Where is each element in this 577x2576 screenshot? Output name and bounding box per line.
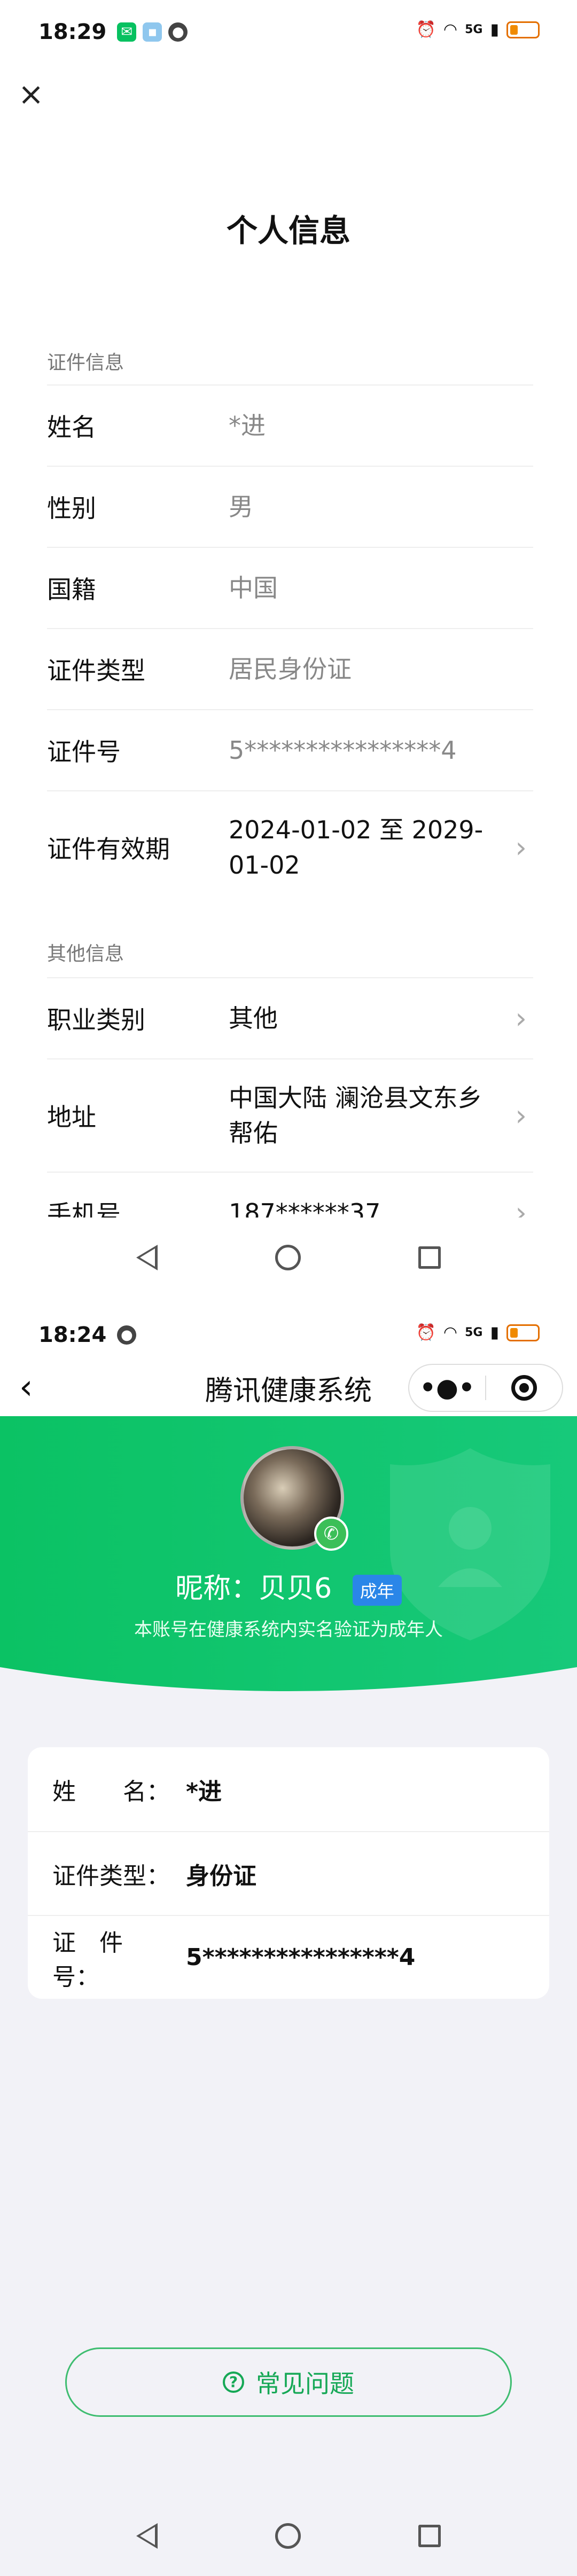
alarm-icon: ⏰ [416,20,436,39]
info-row-label: 姓名 [47,413,96,442]
chevron-right-icon: › [515,1098,527,1133]
id-info-list: 姓名 *进 性别 男 国籍 中国 证件类型 居民身份证 证件号 5*******… [47,384,533,904]
mini-program-title: 腾讯健康系统 [205,1375,372,1407]
app-notification-icon: ● [168,22,188,42]
system-nav-bar [0,2496,577,2576]
nav-home-icon[interactable] [275,2523,301,2549]
faq-button[interactable]: ? 常见问题 [65,2347,512,2417]
status-indicators: ⏰ ◠ 5G ▮ [416,20,540,39]
network-label: 5G [465,1326,483,1339]
close-mini-program-button[interactable] [486,1375,562,1401]
card-row-value: 身份证 [186,1862,256,1890]
nickname-line: 昵称：贝贝6 成年 [0,1566,577,1606]
card-row-id-type: 证件类型： 身份证 [28,1831,549,1915]
question-icon: ? [223,2371,244,2393]
card-row-name: 姓 名： *进 [28,1747,549,1831]
info-row-label: 职业类别 [47,1006,145,1034]
info-row-label: 证件有效期 [47,835,170,863]
nav-recent-icon[interactable] [418,2525,441,2547]
status-bar: 18:29 ✉ ▪ ● ⏰ ◠ 5G ▮ [0,0,577,64]
info-row-value: 男 [229,492,253,521]
app-notification-icon: ▪ [143,22,162,42]
info-row-value: *进 [229,411,266,440]
nav-back-icon[interactable] [136,1245,158,1270]
wifi-icon: ◠ [443,20,458,39]
card-row-label: 姓 名： [52,1778,170,1805]
battery-icon [506,1324,540,1341]
info-row-value: 5****************4 [229,736,457,765]
card-row-id-number: 证 件 号： 5****************4 [28,1915,549,1999]
verification-note: 本账号在健康系统内实名验证为成年人 [134,1619,443,1640]
wechat-badge-icon: ✆ [314,1517,348,1551]
info-row-id-type: 证件类型 居民身份证 [47,628,533,709]
health-system-screen: 18:24 ● ⏰ ◠ 5G ▮ ‹ 腾讯健康系统 •●• ✆ 昵称：贝贝6 成… [0,1303,577,2576]
more-options-icon[interactable]: •●• [409,1375,485,1401]
nav-recent-icon[interactable] [418,1246,441,1269]
mini-program-titlebar: ‹ 腾讯健康系统 •●• [0,1355,577,1420]
personal-info-screen: 18:29 ✉ ▪ ● ⏰ ◠ 5G ▮ × 个人信息 证件信息 姓名 *进 性… [0,0,577,1303]
status-time: 18:29 [38,20,107,44]
signal-icon: ▮ [490,1323,499,1342]
info-row-value: 居民身份证 [229,655,352,684]
identity-card: 姓 名： *进 证件类型： 身份证 证 件 号： 5**************… [28,1747,549,1999]
section-label-other: 其他信息 [47,943,124,965]
info-row-value: 2024-01-02 至 2029-01-02 [229,815,484,879]
battery-icon [506,21,540,38]
page-title: 个人信息 [226,213,350,249]
info-row-address[interactable]: 地址 中国大陆 澜沧县文东乡帮佑 › [47,1058,533,1172]
wechat-notification-icon: ✉ [117,22,137,42]
nickname: 昵称：贝贝6 [175,1573,332,1605]
signal-icon: ▮ [490,20,499,39]
info-row-validity[interactable]: 证件有效期 2024-01-02 至 2029-01-02 › [47,790,533,904]
info-row-gender: 性别 男 [47,466,533,547]
network-label: 5G [465,23,483,36]
nav-back-icon[interactable] [136,2523,158,2549]
section-label-id: 证件信息 [47,352,124,374]
info-row-label: 性别 [47,494,96,523]
info-row-occupation[interactable]: 职业类别 其他 › [47,977,533,1058]
status-time: 18:24 [38,1323,107,1347]
card-row-label: 证 件 号： [52,1929,146,1991]
faq-label: 常见问题 [256,2369,354,2398]
system-nav-bar [0,1218,577,1298]
info-row-value: 中国 [229,574,278,602]
alarm-icon: ⏰ [416,1323,436,1342]
target-icon [511,1375,537,1401]
info-row-id-number: 证件号 5****************4 [47,709,533,790]
adult-badge: 成年 [352,1575,402,1606]
chevron-right-icon: › [515,1001,527,1035]
info-row-label: 国籍 [47,575,96,604]
info-row-label: 地址 [47,1103,96,1132]
chevron-right-icon: › [515,830,527,865]
close-icon[interactable]: × [16,78,46,109]
capsule-menu: •●• [408,1364,563,1412]
card-row-label: 证件类型： [52,1862,170,1890]
info-row-value: 中国大陆 澜沧县文东乡帮佑 [229,1083,482,1148]
other-info-list: 职业类别 其他 › 地址 中国大陆 澜沧县文东乡帮佑 › 手机号 187****… [47,977,533,1253]
card-row-value: 5****************4 [186,1944,416,1971]
info-row-label: 证件类型 [47,656,145,685]
info-row-value: 其他 [229,1004,278,1033]
status-indicators: ⏰ ◠ 5G ▮ [416,1323,540,1342]
app-notification-icon: ● [117,1325,137,1345]
back-chevron-icon[interactable]: ‹ [19,1370,33,1404]
info-row-name: 姓名 *进 [47,384,533,466]
card-row-value: *进 [186,1778,222,1805]
info-row-nationality: 国籍 中国 [47,547,533,628]
nav-home-icon[interactable] [275,1245,301,1270]
info-row-label: 证件号 [47,737,121,766]
wifi-icon: ◠ [443,1323,458,1342]
